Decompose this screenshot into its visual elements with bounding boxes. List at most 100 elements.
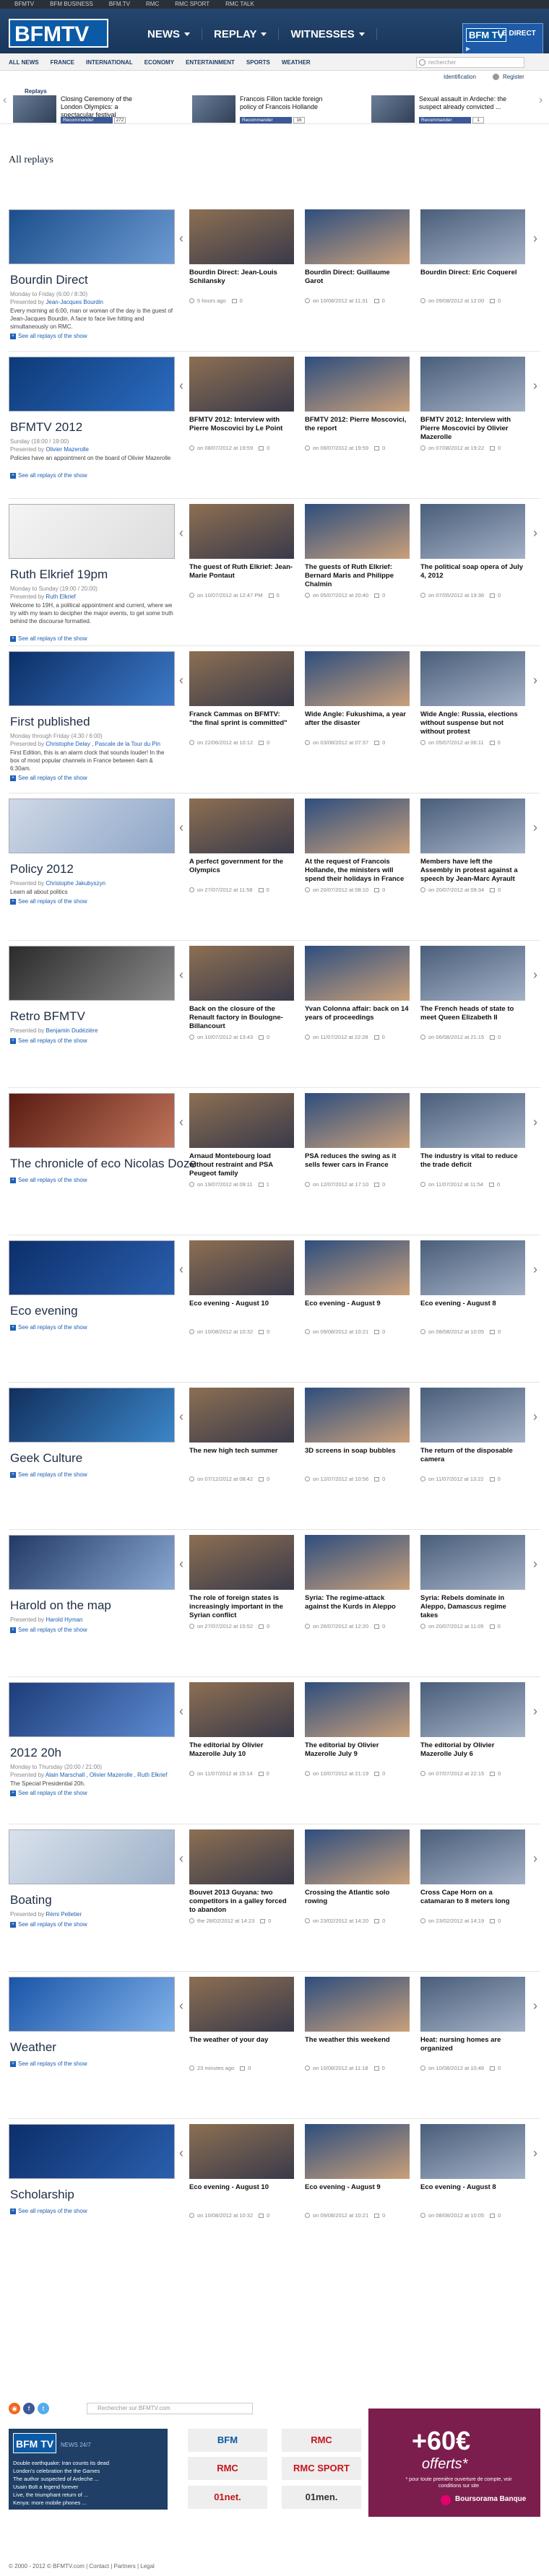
replay-video[interactable]: Bourdin Direct: Jean-Louis Schilansky 5 h… [189, 209, 294, 347]
register-link[interactable]: Register [503, 74, 524, 80]
replay-video[interactable]: A perfect government for the Olympics on … [189, 799, 294, 936]
replay-video[interactable]: BFMTV 2012: Pierre Moscovici, the report… [305, 357, 410, 494]
presenter-name[interactable]: Alain Marschall , Olivier Mazerolle , Ru… [46, 1772, 168, 1778]
replay-video[interactable]: The guest of Ruth Elkrief: Jean-Marie Po… [189, 504, 294, 641]
replay-video[interactable]: The weather of your day 23 minutes ago 0 [189, 1977, 294, 2114]
show-thumbnail[interactable] [9, 1829, 175, 1884]
show-title[interactable]: BFMTV 2012 [10, 420, 82, 435]
carousel-prev-icon[interactable]: ‹ [179, 526, 186, 543]
video-thumbnail[interactable] [305, 651, 410, 706]
video-thumbnail[interactable] [189, 1977, 294, 2032]
video-title[interactable]: Bourdin Direct: Eric Coquerel [420, 269, 525, 277]
network-link[interactable]: RMC SPORT [175, 1, 209, 7]
replay-video[interactable]: Syria: Rebels dominate in Aleppo, Damasc… [420, 1535, 525, 1672]
footer-headline[interactable]: Double earthquake: Iran counts its dead [13, 2459, 109, 2467]
replay-video[interactable]: Members have left the Assembly in protes… [420, 799, 525, 936]
replay-video[interactable]: Heat: nursing homes are organized on 10/0… [420, 1977, 525, 2114]
replay-video[interactable]: Eco evening - August 9 on 09/08/2012 at 1… [305, 2124, 410, 2261]
video-thumbnail[interactable] [305, 209, 410, 264]
replay-video[interactable]: Cross Cape Horn on a catamaran to 8 mete… [420, 1829, 525, 1967]
show-title[interactable]: Retro BFMTV [10, 1009, 85, 1024]
video-title[interactable]: The guest of Ruth Elkrief: Jean-Marie Po… [189, 563, 294, 580]
footer-headline[interactable]: The author suspected of Ardeche ... [13, 2475, 109, 2483]
twitter-icon[interactable]: t [38, 2403, 49, 2414]
show-title[interactable]: 2012 20h [10, 1746, 61, 1760]
subnav-link[interactable]: FRANCE [51, 59, 74, 66]
carousel-next-icon[interactable]: › [533, 526, 540, 543]
video-title[interactable]: Bouvet 2013 Guyana: two competitors in a… [189, 1889, 294, 1915]
video-title[interactable]: Eco evening - August 10 [189, 2183, 294, 2192]
ticker-title[interactable]: Closing Ceremony of the London Olympics:… [61, 95, 152, 119]
nav-item-witnesses[interactable]: WITNESSES [279, 28, 377, 40]
presenter-name[interactable]: Benjamin Dudézière [46, 1027, 98, 1034]
video-thumbnail[interactable] [305, 799, 410, 853]
see-all-replays-link[interactable]: + See all replays of the show [10, 1921, 87, 1928]
footer-headline[interactable]: Live, the triumphant return of ... [13, 2491, 109, 2499]
video-title[interactable]: BFMTV 2012: Interview with Pierre Moscov… [189, 416, 294, 433]
video-thumbnail[interactable] [189, 209, 294, 264]
video-title[interactable]: Yvan Colonna affair: back on 14 years of… [305, 1005, 410, 1022]
subnav-link[interactable]: SPORTS [246, 59, 270, 66]
show-thumbnail[interactable] [9, 1535, 175, 1590]
video-thumbnail[interactable] [420, 1240, 525, 1295]
replay-video[interactable]: Eco evening - August 9 on 09/08/2012 at 1… [305, 1240, 410, 1378]
search-input[interactable]: rechercher [416, 57, 524, 68]
video-thumbnail[interactable] [189, 504, 294, 559]
video-title[interactable]: Crossing the Atlantic solo rowing [305, 1889, 410, 1906]
show-title[interactable]: First published [10, 715, 90, 729]
video-title[interactable]: Eco evening - August 8 [420, 1300, 525, 1308]
video-thumbnail[interactable] [305, 1535, 410, 1590]
video-title[interactable]: The editorial by Olivier Mazerolle July … [189, 1741, 294, 1759]
facebook-icon[interactable]: f [23, 2403, 35, 2414]
see-all-replays-link[interactable]: + See all replays of the show [10, 775, 87, 781]
video-title[interactable]: Cross Cape Horn on a catamaran to 8 mete… [420, 1889, 525, 1906]
replay-video[interactable]: Crossing the Atlantic solo rowing on 23/0… [305, 1829, 410, 1967]
see-all-replays-link[interactable]: + See all replays of the show [10, 2061, 87, 2067]
carousel-next-icon[interactable]: › [533, 2146, 540, 2163]
carousel-prev-icon[interactable]: ‹ [179, 231, 186, 248]
see-all-replays-link[interactable]: + See all replays of the show [10, 2208, 87, 2214]
video-thumbnail[interactable] [305, 1240, 410, 1295]
see-all-replays-link[interactable]: + See all replays of the show [10, 1037, 87, 1044]
footer-headline[interactable]: Usain Bolt a legend forever [13, 2483, 109, 2491]
nav-item-replay[interactable]: REPLAY [202, 28, 280, 40]
video-title[interactable]: Eco evening - August 9 [305, 2183, 410, 2192]
video-thumbnail[interactable] [305, 1977, 410, 2032]
video-thumbnail[interactable] [420, 209, 525, 264]
video-title[interactable]: The French heads of state to meet Queen … [420, 1005, 525, 1022]
subnav-link[interactable]: INTERNATIONAL [86, 59, 133, 66]
video-thumbnail[interactable] [305, 1829, 410, 1884]
video-title[interactable]: The industry is vital to reduce the trad… [420, 1152, 525, 1170]
see-all-replays-link[interactable]: + See all replays of the show [10, 1471, 87, 1478]
video-title[interactable]: Back on the closure of the Renault facto… [189, 1005, 294, 1031]
video-title[interactable]: The editorial by Olivier Mazerolle July … [305, 1741, 410, 1759]
breadcrumb[interactable]: Replays [25, 88, 47, 95]
carousel-prev-icon[interactable]: ‹ [179, 673, 186, 690]
video-title[interactable]: The new high tech summer [189, 1447, 294, 1455]
ticker-title[interactable]: Sexual assault in Ardeche: the suspect a… [419, 95, 510, 111]
carousel-next-icon[interactable]: › [533, 1998, 540, 2016]
see-all-replays-link[interactable]: + See all replays of the show [10, 1324, 87, 1331]
video-thumbnail[interactable] [189, 651, 294, 706]
carousel-prev-icon[interactable]: ‹ [179, 2146, 186, 2163]
show-thumbnail[interactable] [9, 799, 175, 853]
video-title[interactable]: Bourdin Direct: Guillaume Garot [305, 269, 410, 286]
subnav-link[interactable]: WEATHER [282, 59, 311, 66]
video-title[interactable]: Syria: The regime-attack against the Kur… [305, 1594, 410, 1611]
video-title[interactable]: The weather of your day [189, 2036, 294, 2045]
video-thumbnail[interactable] [305, 504, 410, 559]
video-title[interactable]: The editorial by Olivier Mazerolle July … [420, 1741, 525, 1759]
video-thumbnail[interactable] [420, 1388, 525, 1443]
show-title[interactable]: Bourdin Direct [10, 273, 88, 287]
show-title[interactable]: Weather [10, 2040, 56, 2055]
partner-logo[interactable]: BFM [188, 2429, 267, 2452]
video-thumbnail[interactable] [305, 946, 410, 1001]
video-thumbnail[interactable] [420, 357, 525, 412]
replay-video[interactable]: Arnaud Montebourg load without restraint… [189, 1093, 294, 1230]
show-title[interactable]: Boating [10, 1893, 52, 1907]
replay-video[interactable]: Eco evening - August 10 on 10/08/2012 at … [189, 2124, 294, 2261]
video-thumbnail[interactable] [420, 651, 525, 706]
video-thumbnail[interactable] [189, 1535, 294, 1590]
show-thumbnail[interactable] [9, 357, 175, 412]
footer-search-input[interactable]: Rechercher sur BFMTV.com [87, 2403, 253, 2414]
